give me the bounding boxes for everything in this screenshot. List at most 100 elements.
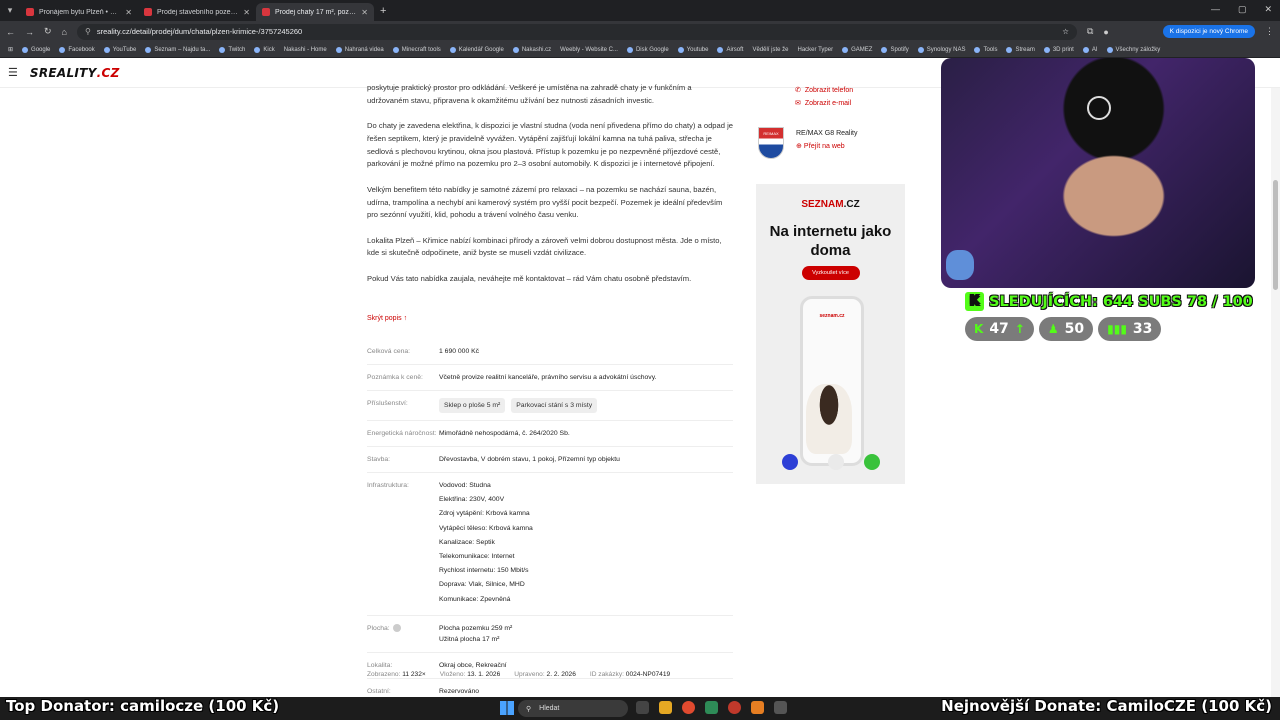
show-phone-link[interactable]: ✆ Zobrazit telefon (795, 86, 853, 95)
bookmark-item[interactable]: Google (22, 46, 50, 53)
detail-label: Plocha: (367, 623, 439, 645)
task-view-icon[interactable] (636, 701, 649, 714)
bookmark-item[interactable]: Seznam – Najdu ta... (145, 46, 210, 53)
email-icon: ✉ (795, 100, 801, 107)
agency-name[interactable]: RE/MAX G8 Reality (796, 130, 857, 137)
bookmark-icon (449, 46, 456, 53)
site-info-icon[interactable]: ⚲ (85, 27, 91, 36)
scrollbar-thumb[interactable] (1273, 180, 1278, 290)
sreality-logo[interactable]: SREALITY.CZ (30, 66, 120, 80)
remax-logo[interactable]: RE/MAX (758, 127, 784, 159)
browser-tab[interactable]: Pronájem bytu Plzeň • Sreality ✕ (20, 3, 138, 21)
bookmark-item[interactable]: Minecraft tools (392, 46, 441, 53)
bookmark-item[interactable]: Stream (1006, 46, 1035, 53)
bookmark-item[interactable]: 3D print (1043, 46, 1074, 53)
close-tab-icon[interactable]: ✕ (125, 8, 132, 17)
home-icon[interactable]: ⌂ (62, 27, 67, 37)
bookmark-item[interactable]: YouTube (103, 46, 136, 53)
bookmark-item[interactable]: Disk Google (626, 46, 669, 53)
app-icon[interactable] (728, 701, 741, 714)
bookmark-item[interactable]: GAMEZ (842, 46, 872, 53)
dog-illustration (806, 384, 852, 454)
agency-web-link[interactable]: ⊕ Přejít na web (796, 142, 857, 150)
bookmark-item[interactable]: Nahraná videa (335, 46, 384, 53)
bookmark-star-icon[interactable]: ☆ (1062, 27, 1069, 36)
close-tab-icon[interactable]: ✕ (243, 8, 250, 17)
streamer-webcam (941, 58, 1255, 288)
building-value: Dřevostavba, V dobrém stavu, 1 pokoj, Př… (439, 456, 620, 463)
tab-search-icon[interactable]: ▾ (0, 0, 20, 21)
bookmark-item[interactable]: Spotify (881, 46, 909, 53)
tab-title: Prodej stavebního pozemku 43... (157, 8, 238, 16)
extensions-icon[interactable]: ⧉ (1087, 26, 1093, 37)
bookmark-item[interactable]: Weebly - Website C... (560, 47, 618, 53)
windows-start-icon[interactable] (500, 701, 514, 715)
forward-icon[interactable]: → (25, 27, 34, 37)
bookmark-item[interactable]: Kalendář Google (449, 46, 504, 53)
bookmark-item[interactable]: Nakashi.cz (512, 46, 551, 53)
hamburger-menu-icon[interactable]: ☰ (8, 66, 18, 79)
bookmark-item[interactable]: Tools (974, 46, 997, 53)
back-icon[interactable]: ← (6, 27, 15, 37)
show-email-link[interactable]: ✉ Zobrazit e-mail (795, 99, 853, 108)
folder-icon (1043, 46, 1050, 53)
browser-tab-active[interactable]: Prodej chaty 17 m², pozemek 2... ✕ (256, 3, 374, 21)
profile-icon[interactable]: ● (1103, 27, 1108, 37)
bookmark-item[interactable]: Airsoft (717, 46, 743, 53)
info-icon[interactable] (392, 623, 401, 632)
description-paragraph: Pokud Vás tato nabídka zaujala, neváhejt… (367, 273, 692, 283)
folder-icon (842, 46, 849, 53)
file-explorer-icon[interactable] (659, 701, 672, 714)
bookmark-item[interactable]: Facebook (59, 46, 95, 53)
app-icon[interactable] (751, 701, 764, 714)
bookmark-item[interactable]: Synology NAS (917, 46, 965, 53)
menu-icon[interactable]: ⋮ (1265, 26, 1274, 37)
folder-icon (717, 46, 724, 53)
bookmark-icon (145, 46, 152, 53)
detail-label: Infrastruktura: (367, 482, 409, 489)
bookmark-item[interactable]: Nakashi - Home (284, 47, 327, 53)
minimize-icon[interactable]: — (1211, 4, 1220, 15)
close-window-icon[interactable]: ✕ (1264, 4, 1272, 15)
address-bar[interactable]: ⚲ sreality.cz/detail/prodej/dum/chata/pl… (76, 23, 1077, 40)
description-paragraph: poskytuje praktický prostor pro odkládán… (367, 83, 692, 105)
stream-stats: K SLEDUJÍCÍCH: 644 SUBS 78 / 100 K 47 ↑ ♟ 5… (965, 292, 1253, 341)
taskbar-search[interactable]: ⚲ Hledat (518, 700, 628, 717)
infra-item: Vytápěcí těleso: Krbová kamna (439, 524, 533, 532)
bookmark-icon (512, 46, 519, 53)
app-icon[interactable] (774, 701, 787, 714)
locality-value: Okraj obce, Rekreační (439, 661, 507, 669)
apps-icon[interactable]: ⊞ (8, 46, 13, 53)
all-bookmarks[interactable]: Všechny záložky (1106, 46, 1160, 53)
bookmark-item[interactable]: Twitch (219, 46, 245, 53)
bookmark-icon (626, 46, 633, 53)
seznam-ad-banner[interactable]: SEZNAM.CZ Na internetu jako doma Vyzkouš… (756, 184, 905, 484)
infra-item: Rychlost internetu: 150 Mbit/s (439, 567, 529, 575)
maximize-icon[interactable]: ▢ (1238, 4, 1247, 15)
listing-details: Celková cena: 1 690 000 Kč Poznámka k ce… (367, 339, 733, 705)
detail-label: Příslušenství: (367, 400, 408, 407)
seznam-logo: SEZNAM.CZ (801, 199, 860, 210)
bookmark-item[interactable]: Kick (254, 46, 275, 53)
reload-icon[interactable]: ↻ (44, 26, 52, 37)
chrome-icon[interactable] (682, 701, 695, 714)
area-item: Užitná plocha 17 m² (439, 635, 500, 643)
bookmark-item[interactable]: Hacker Typer (798, 47, 834, 53)
bookmark-item[interactable]: AI (1082, 46, 1098, 53)
bookmark-item[interactable]: Youtube (677, 46, 708, 53)
url-text: sreality.cz/detail/prodej/dum/chata/plze… (96, 27, 303, 36)
top-donator-banner: Top Donator: camilocze (100 Kč) (6, 697, 280, 715)
bookmark-item[interactable]: Vědělí jste že (752, 47, 788, 53)
hide-description-link[interactable]: Skrýt popis ↑ (367, 315, 407, 322)
new-tab-icon[interactable]: + (380, 5, 386, 17)
page-scrollbar[interactable] (1271, 88, 1280, 697)
ad-cta-button[interactable]: Vyzkoušet více (801, 266, 860, 280)
folder-icon (335, 46, 342, 53)
excel-icon[interactable] (705, 701, 718, 714)
kick-viewers-pill: K 47 ↑ (965, 317, 1034, 341)
chrome-update-button[interactable]: K dispozici je nový Chrome (1162, 25, 1255, 38)
close-tab-icon[interactable]: ✕ (361, 8, 368, 17)
ball-icon (864, 454, 880, 470)
browser-tab[interactable]: Prodej stavebního pozemku 43... ✕ (138, 3, 256, 21)
description-paragraph: Lokalita Plzeň – Křimice nabízí kombinac… (367, 235, 722, 258)
